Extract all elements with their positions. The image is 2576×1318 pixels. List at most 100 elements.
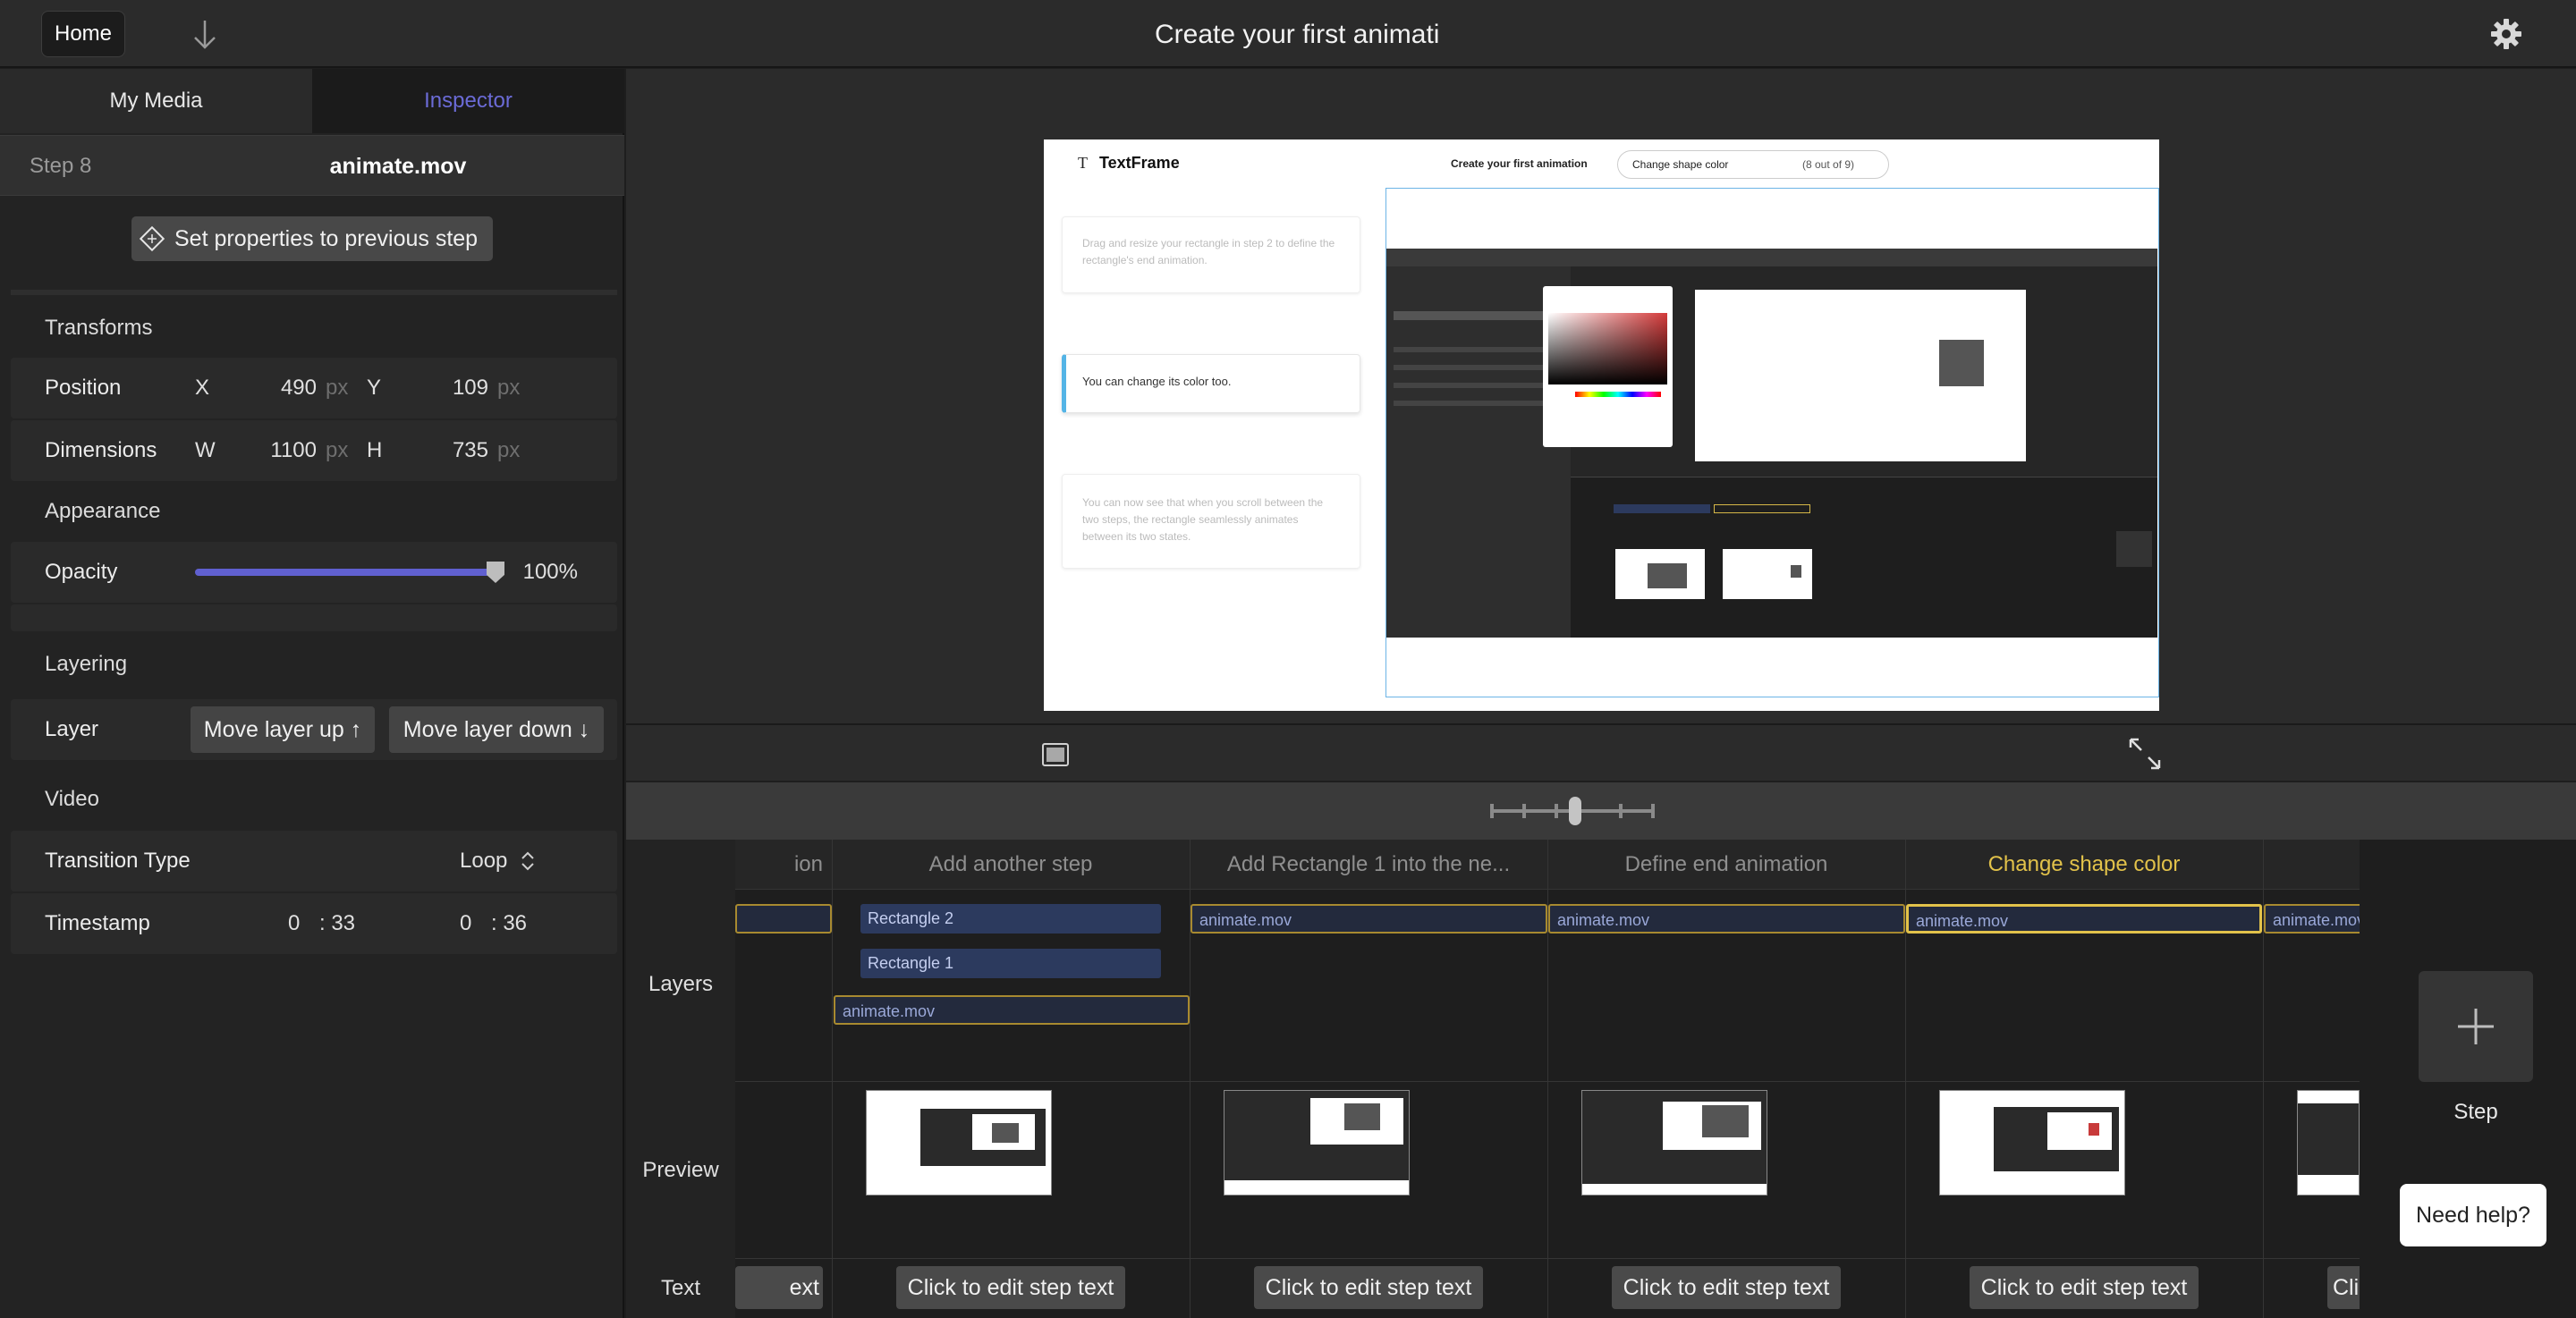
timeline: Layers Preview Text ion Add another step… — [626, 840, 2576, 1318]
edit-step-text-button[interactable]: Click to edit step text — [1254, 1266, 1483, 1309]
mini-thumb — [1723, 549, 1812, 599]
gear-icon[interactable] — [2487, 14, 2526, 54]
move-layer-down-button[interactable]: Move layer down ↓ — [389, 706, 604, 753]
opacity-slider-thumb[interactable] — [487, 562, 504, 583]
layer-clip[interactable]: Rectangle 1 — [860, 949, 1161, 978]
download-icon[interactable] — [184, 16, 225, 54]
unit: px — [326, 438, 349, 462]
plus-icon — [2458, 1009, 2494, 1044]
row-separator — [735, 889, 2556, 890]
step-card[interactable]: You can now see that when you scroll bet… — [1062, 474, 1360, 569]
edit-step-text-button[interactable]: Click to edit step text — [1970, 1266, 2199, 1309]
step-preview-thumbnail[interactable] — [1581, 1090, 1767, 1195]
step-preview-thumbnail[interactable] — [1224, 1090, 1410, 1195]
mini-rectangle — [992, 1123, 1019, 1143]
zoom-tick — [1651, 804, 1655, 818]
page-title: Create your first animation — [894, 0, 1699, 68]
timeline-row-heads — [626, 840, 735, 1318]
row-separator — [735, 1258, 2556, 1259]
mini-row — [1394, 347, 1563, 352]
step-card-active[interactable]: You can change its color too. — [1062, 354, 1360, 413]
expand-icon[interactable] — [2128, 737, 2162, 775]
opacity-value: 100% — [522, 560, 578, 584]
layer-clip[interactable]: animate.mov — [834, 995, 1190, 1025]
step-preview-thumbnail[interactable] — [866, 1090, 1052, 1195]
file-name: animate.mov — [329, 154, 467, 179]
tab-inspector[interactable]: Inspector — [312, 69, 624, 133]
add-step-button[interactable] — [2419, 971, 2533, 1082]
opacity-slider-track[interactable] — [195, 569, 490, 576]
mini-color-field — [1548, 313, 1667, 384]
move-layer-up-button[interactable]: Move layer up ↑ — [191, 706, 375, 753]
opacity-label: Opacity — [45, 560, 118, 584]
step-dropdown[interactable]: Change shape color (8 out of 9) — [1617, 150, 1889, 179]
transition-select[interactable]: Loop — [460, 831, 507, 891]
dimensions-row: Dimensions W 1100 px H 735 px — [11, 420, 617, 481]
step-preview-thumbnail[interactable] — [1939, 1090, 2125, 1195]
timestamp-end-min[interactable]: 0 — [460, 893, 471, 954]
column-separator — [832, 840, 833, 1318]
row-separator — [735, 1081, 2556, 1082]
step-card[interactable]: Drag and resize your rectangle in step 2… — [1062, 216, 1360, 293]
step-preview-thumbnail[interactable] — [2297, 1090, 2360, 1195]
timestamp-label: Timestamp — [45, 911, 150, 935]
layer-clip[interactable] — [735, 904, 832, 934]
position-y-input[interactable]: 109 — [408, 358, 488, 418]
step-header-title[interactable]: ion — [735, 840, 823, 889]
chevron-updown-icon[interactable] — [519, 849, 537, 878]
mini-color-picker — [1543, 286, 1673, 447]
transition-row: Transition Type Loop — [11, 831, 617, 891]
mini-add-step — [2116, 531, 2152, 567]
zoom-tick — [1490, 804, 1494, 818]
mini-row — [1394, 401, 1563, 406]
empty-row — [11, 604, 617, 631]
edit-step-text-button[interactable]: Click to edit step text — [896, 1266, 1125, 1309]
mini-topbar — [1386, 249, 2157, 266]
page-title-text: Create your first animation — [1155, 20, 1439, 49]
edit-step-text-button[interactable]: Click to edit step text — [1612, 1266, 1841, 1309]
zoom-bar — [626, 782, 2576, 840]
appearance-title: Appearance — [45, 499, 161, 523]
mini-rectangle — [1648, 563, 1687, 588]
preview-canvas[interactable]: T TextFrame Create your first animation … — [1044, 139, 2159, 711]
edit-step-text-button[interactable]: ext — [735, 1266, 823, 1309]
timestamp-start-min[interactable]: 0 — [288, 893, 300, 954]
transition-label: Transition Type — [45, 849, 191, 873]
timestamp-start-sec[interactable]: : 33 — [319, 893, 355, 954]
layer-clip[interactable]: animate.mov — [1548, 904, 1905, 934]
layer-clip[interactable]: animate.mov — [1191, 904, 1547, 934]
embedded-app-screenshot — [1386, 249, 2157, 638]
need-help-button[interactable]: Need help? — [2400, 1184, 2546, 1246]
top-bar: Home Create your first animation — [0, 0, 2576, 68]
layer-clip[interactable]: Rectangle 2 — [860, 904, 1161, 934]
step-header-title[interactable]: Add Rectangle 1 into the ne... — [1199, 840, 1538, 889]
zoom-tick — [1522, 804, 1526, 818]
row-label-layers: Layers — [648, 972, 714, 996]
screen-icon[interactable] — [1042, 743, 1069, 771]
row-label-preview: Preview — [642, 1158, 719, 1182]
step-header-title[interactable]: Add another step — [832, 840, 1190, 889]
layer-row: Layer Move layer up ↑ Move layer down ↓ — [11, 699, 617, 760]
step-header-title-active[interactable]: Change shape color — [1905, 840, 2263, 889]
brand-name: TextFrame — [1099, 154, 1180, 172]
timestamp-end-sec[interactable]: : 36 — [491, 893, 527, 954]
x-letter: X — [195, 376, 210, 400]
zoom-slider-thumb[interactable] — [1569, 797, 1581, 825]
mini-rectangle — [1791, 565, 1801, 578]
crumb-count: (8 out of 9) — [1802, 158, 1855, 171]
height-input[interactable]: 735 — [408, 420, 488, 481]
mini-timeline — [1571, 477, 2157, 638]
unit: px — [497, 438, 521, 462]
layer-clip-active[interactable]: animate.mov — [1906, 904, 2262, 934]
step-header-title[interactable]: Define end animation — [1547, 840, 1905, 889]
mini-rectangle — [1939, 340, 1984, 386]
inspector-panel: My Media Inspector Step 8 animate.mov Se… — [0, 69, 624, 1318]
tab-my-media[interactable]: My Media — [0, 69, 312, 133]
width-input[interactable]: 1100 — [236, 420, 317, 481]
mini-row — [1394, 383, 1563, 388]
zoom-tick — [1555, 804, 1558, 818]
position-x-input[interactable]: 490 — [236, 358, 317, 418]
set-properties-button[interactable]: Set properties to previous step — [131, 216, 493, 261]
crumb-title: Create your first animation — [1451, 157, 1588, 170]
home-button[interactable]: Home — [41, 11, 125, 57]
